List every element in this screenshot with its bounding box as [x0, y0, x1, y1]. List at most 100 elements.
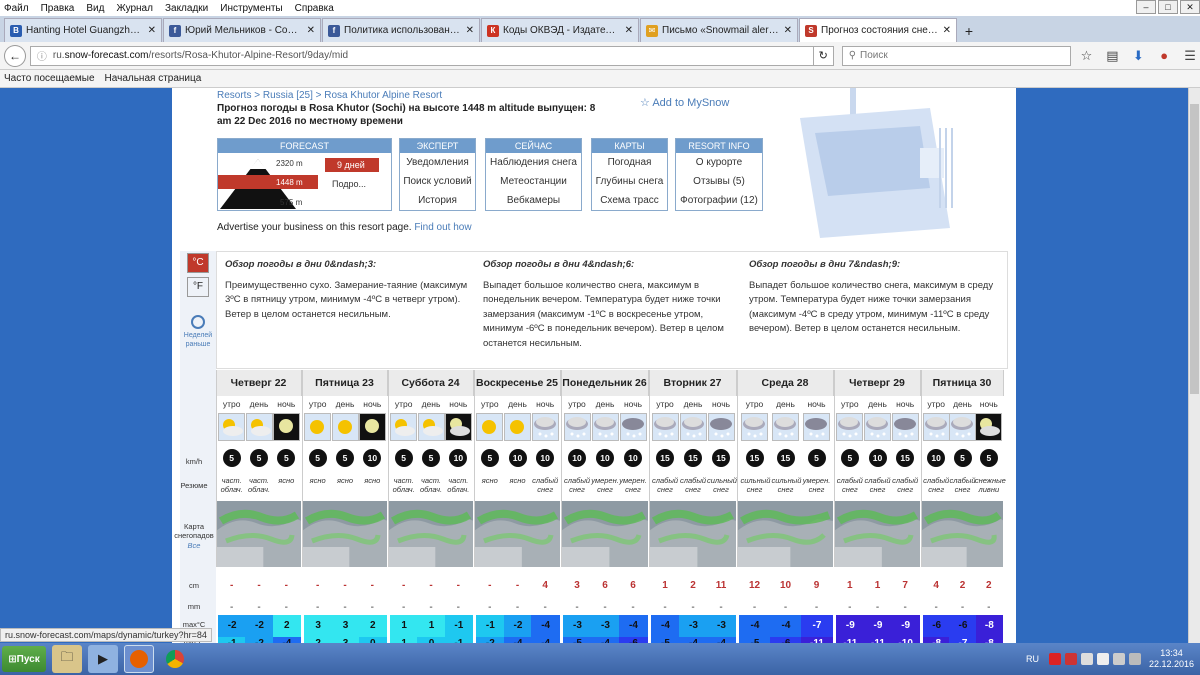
menu-item[interactable]: Инструменты: [220, 3, 282, 14]
weather-icon: [476, 413, 504, 441]
tab-close-icon[interactable]: ✕: [148, 25, 156, 36]
star-icon: ☆: [640, 97, 653, 109]
tab-title: Письмо «Snowmail alert for 4…: [662, 25, 780, 36]
antivirus-icon[interactable]: [1064, 653, 1077, 665]
menu-item[interactable]: Правка: [41, 3, 75, 14]
now-box-header: СЕЙЧАС: [486, 139, 581, 153]
browser-tab[interactable]: ✉ Письмо «Snowmail alert for 4… ✕: [640, 18, 798, 42]
snowfall-map-thumbnail[interactable]: [921, 501, 1004, 567]
week-earlier-link[interactable]: Неделей раньше: [180, 331, 216, 349]
snowfall-map-thumbnail[interactable]: [834, 501, 921, 567]
abp-icon[interactable]: ●: [1154, 48, 1174, 63]
snowfall-map-thumbnail[interactable]: [388, 501, 474, 567]
minimize-button[interactable]: –: [1136, 0, 1156, 14]
history-link[interactable]: История: [400, 191, 475, 210]
snow-amount-cell: -: [488, 580, 492, 591]
volume-icon[interactable]: [1112, 653, 1125, 665]
rain-amount-cell: -: [691, 602, 695, 613]
download-icon[interactable]: ⬇: [1128, 48, 1148, 64]
weather-summary-cell: част. облач.: [447, 476, 470, 494]
detail-link[interactable]: Подро...: [332, 179, 366, 189]
rain-amount-cell: -: [401, 602, 406, 613]
tab-close-icon[interactable]: ✕: [466, 25, 474, 36]
snowfall-map-thumbnail[interactable]: [737, 501, 834, 567]
menu-icon[interactable]: ☰: [1180, 48, 1200, 64]
app-tray-icon[interactable]: [1048, 653, 1061, 665]
scrollbar-thumb[interactable]: [1190, 104, 1199, 394]
condition-search-link[interactable]: Поиск условий: [400, 172, 475, 191]
browser-tab[interactable]: f Юрий Мельников - Сообщен… ✕: [163, 18, 321, 42]
alerts-link[interactable]: Уведомления: [400, 153, 475, 172]
tab-close-icon[interactable]: ✕: [943, 25, 951, 36]
photos-link[interactable]: Фотографии (12): [676, 191, 762, 210]
snowfall-map-thumbnail[interactable]: [474, 501, 561, 567]
snow-observations-link[interactable]: Наблюдения снега: [486, 153, 581, 172]
start-button[interactable]: ⊞ Пуск: [2, 646, 46, 672]
period-label: утро: [656, 399, 674, 409]
clock-icon[interactable]: [191, 315, 205, 329]
rain-amount-cell: -: [631, 602, 635, 613]
address-bar[interactable]: ⓘ ru. snow-forecast.com/resorts/Rosa-Khut…: [29, 45, 814, 66]
snow-depth-link[interactable]: Глубины снега: [592, 172, 667, 191]
firefox-icon[interactable]: [124, 645, 154, 673]
breadcrumb[interactable]: Resorts > Russia [25] > Rosa Khutor Alpi…: [217, 90, 442, 101]
new-tab-button[interactable]: +: [958, 20, 980, 42]
tab-favicon-icon: f: [328, 24, 340, 37]
reading-list-icon[interactable]: ▤: [1102, 48, 1122, 64]
snow-amount-cell: 4: [542, 580, 548, 591]
menu-item[interactable]: Закладки: [165, 3, 208, 14]
menu-item[interactable]: Журнал: [116, 3, 153, 14]
menu-item[interactable]: Справка: [295, 3, 334, 14]
browser-tab[interactable]: S Прогноз состояния снега и … ✕: [799, 18, 957, 42]
wind-speed-icon: 10: [449, 449, 468, 467]
weather-summary-cell: умерен. снег: [619, 476, 647, 494]
close-window-button[interactable]: ✕: [1180, 0, 1200, 14]
maximize-button[interactable]: □: [1158, 0, 1178, 14]
language-indicator[interactable]: RU: [1026, 654, 1039, 664]
reload-button[interactable]: ↻: [813, 45, 834, 66]
browser-tab[interactable]: f Политика использования д… ✕: [322, 18, 480, 42]
snowfall-map-thumbnail[interactable]: [649, 501, 737, 567]
browser-tab[interactable]: B Hanting Hotel Guangzhou San… ✕: [4, 18, 162, 42]
browser-tab[interactable]: К Коды ОКВЭД - Издательска… ✕: [481, 18, 639, 42]
tab-close-icon[interactable]: ✕: [307, 25, 315, 36]
weather-map-link[interactable]: Погодная: [592, 153, 667, 172]
menu-item[interactable]: Вид: [86, 3, 104, 14]
network-icon[interactable]: [1096, 653, 1109, 665]
explorer-icon[interactable]: 🗀: [52, 645, 82, 673]
weather-stations-link[interactable]: Метеостанции: [486, 172, 581, 191]
snowfall-map-thumbnail[interactable]: [302, 501, 388, 567]
snowfall-map-thumbnail[interactable]: [561, 501, 649, 567]
page-scrollbar[interactable]: [1188, 88, 1200, 643]
chrome-icon[interactable]: [160, 645, 190, 673]
info-icon[interactable]: ⓘ: [37, 48, 47, 63]
bookmark-item[interactable]: Часто посещаемые: [4, 73, 95, 84]
weather-summary-cell: ясно: [336, 476, 354, 485]
bookmark-item[interactable]: Начальная страница: [105, 73, 202, 84]
tab-close-icon[interactable]: ✕: [784, 25, 792, 36]
tab-close-icon[interactable]: ✕: [625, 25, 633, 36]
flag-icon[interactable]: [1080, 653, 1093, 665]
fahrenheit-button[interactable]: °F: [187, 277, 209, 297]
about-resort-link[interactable]: О курорте: [676, 153, 762, 172]
back-button[interactable]: ←: [4, 44, 26, 67]
find-out-link[interactable]: Find out how: [414, 222, 471, 233]
webcams-link[interactable]: Вебкамеры: [486, 191, 581, 210]
media-player-icon[interactable]: ▶: [88, 645, 118, 673]
tab-title: Юрий Мельников - Сообщен…: [185, 25, 303, 36]
reviews-link[interactable]: Отзывы (5): [676, 172, 762, 191]
snow-map-all-link[interactable]: Все: [172, 541, 216, 550]
menu-item[interactable]: Файл: [4, 3, 29, 14]
snowfall-map-thumbnail[interactable]: [216, 501, 302, 567]
celsius-button[interactable]: °C: [187, 253, 209, 273]
power-icon[interactable]: [1128, 653, 1141, 665]
weather-icon: [390, 413, 418, 441]
search-input[interactable]: ⚲ Поиск: [841, 45, 1071, 66]
bookmark-star-icon[interactable]: ☆: [1077, 48, 1097, 64]
clock[interactable]: 13:34 22.12.2016: [1149, 648, 1194, 670]
add-to-mysnow-link[interactable]: ☆ Add to MySnow: [640, 96, 729, 109]
piste-map-link[interactable]: Схема трасс: [592, 191, 667, 210]
temp-max-cell: -2: [503, 615, 533, 637]
nine-day-button[interactable]: 9 дней: [337, 160, 365, 170]
temp-max-cell: -9: [863, 615, 893, 637]
